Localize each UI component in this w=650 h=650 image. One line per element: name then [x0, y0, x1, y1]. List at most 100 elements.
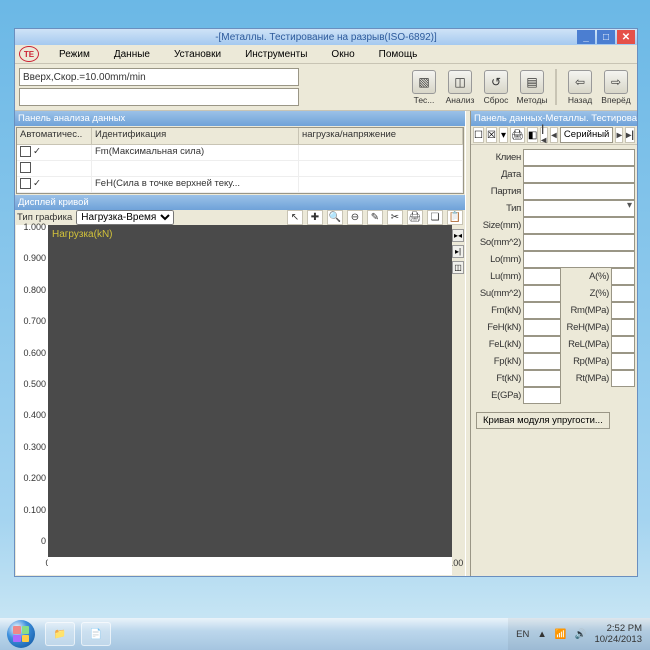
field-label: Su(mm^2) [473, 288, 521, 299]
tb-Назад[interactable]: ⇦Назад [563, 70, 597, 105]
data-tb-icon[interactable]: ☒ [486, 127, 497, 143]
curve-tool-icon[interactable]: ↖ [287, 210, 303, 225]
tray-flag-icon[interactable]: ▲ [537, 629, 546, 640]
data-tb-icon[interactable]: ◧ [527, 127, 538, 143]
field-input[interactable] [523, 149, 635, 166]
app-logo-icon: TE [19, 46, 39, 62]
tb-Анализ[interactable]: ◫Анализ [443, 70, 477, 105]
speed-display[interactable]: Вверх,Скор.=10.00mm/min [19, 68, 299, 86]
chart-side-icon[interactable]: ◫ [452, 261, 464, 274]
y-tick: 0.700 [23, 316, 46, 326]
field-input[interactable] [611, 370, 635, 387]
col-auto[interactable]: Автоматичес.. [17, 128, 92, 144]
field-input[interactable] [611, 302, 635, 319]
tray-lang[interactable]: EN [516, 629, 529, 640]
curve-tool-icon[interactable]: ✚ [307, 210, 323, 225]
data-tb-icon[interactable]: ☐ [473, 127, 484, 143]
field-input[interactable] [523, 336, 561, 353]
field-input[interactable] [611, 285, 635, 302]
menu-settings[interactable]: Установки [162, 49, 233, 60]
speed-display-2[interactable] [19, 88, 299, 106]
field-label: Rt(MPa) [563, 373, 609, 384]
field-label: Rp(MPa) [563, 356, 609, 367]
tb-Сброс[interactable]: ↺Сброс [479, 70, 513, 105]
field-input[interactable] [523, 234, 635, 251]
field-input[interactable] [523, 387, 561, 404]
menu-mode[interactable]: Режим [47, 49, 102, 60]
tray-clock[interactable]: 2:52 PM10/24/2013 [594, 623, 642, 645]
start-button[interactable] [0, 618, 42, 650]
field-input[interactable] [523, 353, 561, 370]
field-input[interactable] [611, 353, 635, 370]
curve-tool-icon[interactable]: 🔍 [327, 210, 343, 225]
curve-tool-icon[interactable]: ⊖ [347, 210, 363, 225]
field-label: Дата [473, 169, 523, 180]
menu-window[interactable]: Окно [319, 49, 366, 60]
data-tb-icon[interactable]: 🖨 [510, 127, 525, 143]
y-tick: 0.600 [23, 348, 46, 358]
chart-side-icon[interactable]: ▸| [452, 245, 464, 258]
field-input[interactable] [523, 285, 561, 302]
field-input[interactable] [611, 268, 635, 285]
y-tick: 0.200 [23, 473, 46, 483]
field-label: Тип [473, 203, 523, 214]
chart-type-select[interactable]: Нагрузка-Время [76, 210, 174, 225]
close-button[interactable]: ✕ [617, 30, 635, 44]
tb-Тес...[interactable]: ▧Тес... [407, 70, 441, 105]
tb-Вперёд[interactable]: ⇨Вперёд [599, 70, 633, 105]
table-row[interactable] [17, 161, 463, 177]
nav-icon[interactable]: ▸| [625, 127, 635, 143]
menu-tools[interactable]: Инструменты [233, 49, 319, 60]
window-title: -[Металлы. Тестирование на разрыв(ISO-68… [215, 32, 437, 43]
nav-icon[interactable]: |◂ [540, 127, 548, 143]
curve-tool-icon[interactable]: ✎ [367, 210, 383, 225]
field-input[interactable] [523, 217, 635, 234]
nav-icon[interactable]: ◂ [550, 127, 558, 143]
curve-tool-icon[interactable]: 📋 [447, 210, 463, 225]
field-label: Rm(MPa) [563, 305, 609, 316]
titlebar: -[Металлы. Тестирование на разрыв(ISO-68… [15, 29, 637, 45]
field-label: So(mm^2) [473, 237, 523, 248]
tray-network-icon[interactable]: 📶 [555, 629, 567, 640]
tray-volume-icon[interactable]: 🔊 [575, 629, 587, 640]
menu-help[interactable]: Помощь [367, 49, 430, 60]
maximize-button[interactable]: □ [597, 30, 615, 44]
field-input[interactable] [523, 268, 561, 285]
col-load[interactable]: нагрузка/напряжение [299, 128, 463, 144]
field-label: Fp(kN) [473, 356, 521, 367]
table-row[interactable]: ✓FeH(Сила в точке верхней теку... [17, 177, 463, 193]
col-id[interactable]: Идентификация [92, 128, 299, 144]
field-input[interactable] [523, 302, 561, 319]
minimize-button[interactable]: _ [577, 30, 595, 44]
data-panel-title: Панель данных-Металлы. Тестирование на р… [471, 111, 637, 126]
field-input[interactable] [523, 370, 561, 387]
menu-data[interactable]: Данные [102, 49, 162, 60]
y-axis-label: Нагрузка(kN) [52, 229, 113, 240]
data-tb-icon[interactable]: ▾ [499, 127, 508, 143]
tb-Методы[interactable]: ▤Методы [515, 70, 549, 105]
curve-tool-icon[interactable]: 🖨 [407, 210, 423, 225]
field-input[interactable] [523, 251, 635, 268]
task-app-icon[interactable]: 📄 [81, 622, 111, 646]
field-label: Партия [473, 186, 523, 197]
elastic-modulus-button[interactable]: Кривая модуля упругости... [476, 412, 610, 429]
y-tick: 0 [41, 536, 46, 546]
field-input[interactable] [523, 319, 561, 336]
table-row[interactable]: ✓Fm(Максимальная сила) [17, 145, 463, 161]
field-label: ReL(MPa) [563, 339, 609, 350]
field-input[interactable] [523, 166, 635, 183]
curve-tool-icon[interactable]: ❏ [427, 210, 443, 225]
chart-side-icon[interactable]: ▸◂ [452, 229, 464, 242]
field-label: Z(%) [563, 288, 609, 299]
serial-label[interactable]: Серийный [560, 127, 613, 143]
taskbar: 📁 📄 EN ▲ 📶 🔊 2:52 PM10/24/2013 [0, 618, 650, 650]
y-tick: 0.900 [23, 253, 46, 263]
field-input[interactable] [523, 183, 635, 200]
field-input[interactable] [611, 336, 635, 353]
task-explorer-icon[interactable]: 📁 [45, 622, 75, 646]
type-dropdown[interactable] [523, 200, 635, 217]
plot-canvas[interactable]: Нагрузка(kN) Время(S) [48, 225, 452, 575]
curve-tool-icon[interactable]: ✂ [387, 210, 403, 225]
field-input[interactable] [611, 319, 635, 336]
nav-icon[interactable]: ▸ [615, 127, 623, 143]
